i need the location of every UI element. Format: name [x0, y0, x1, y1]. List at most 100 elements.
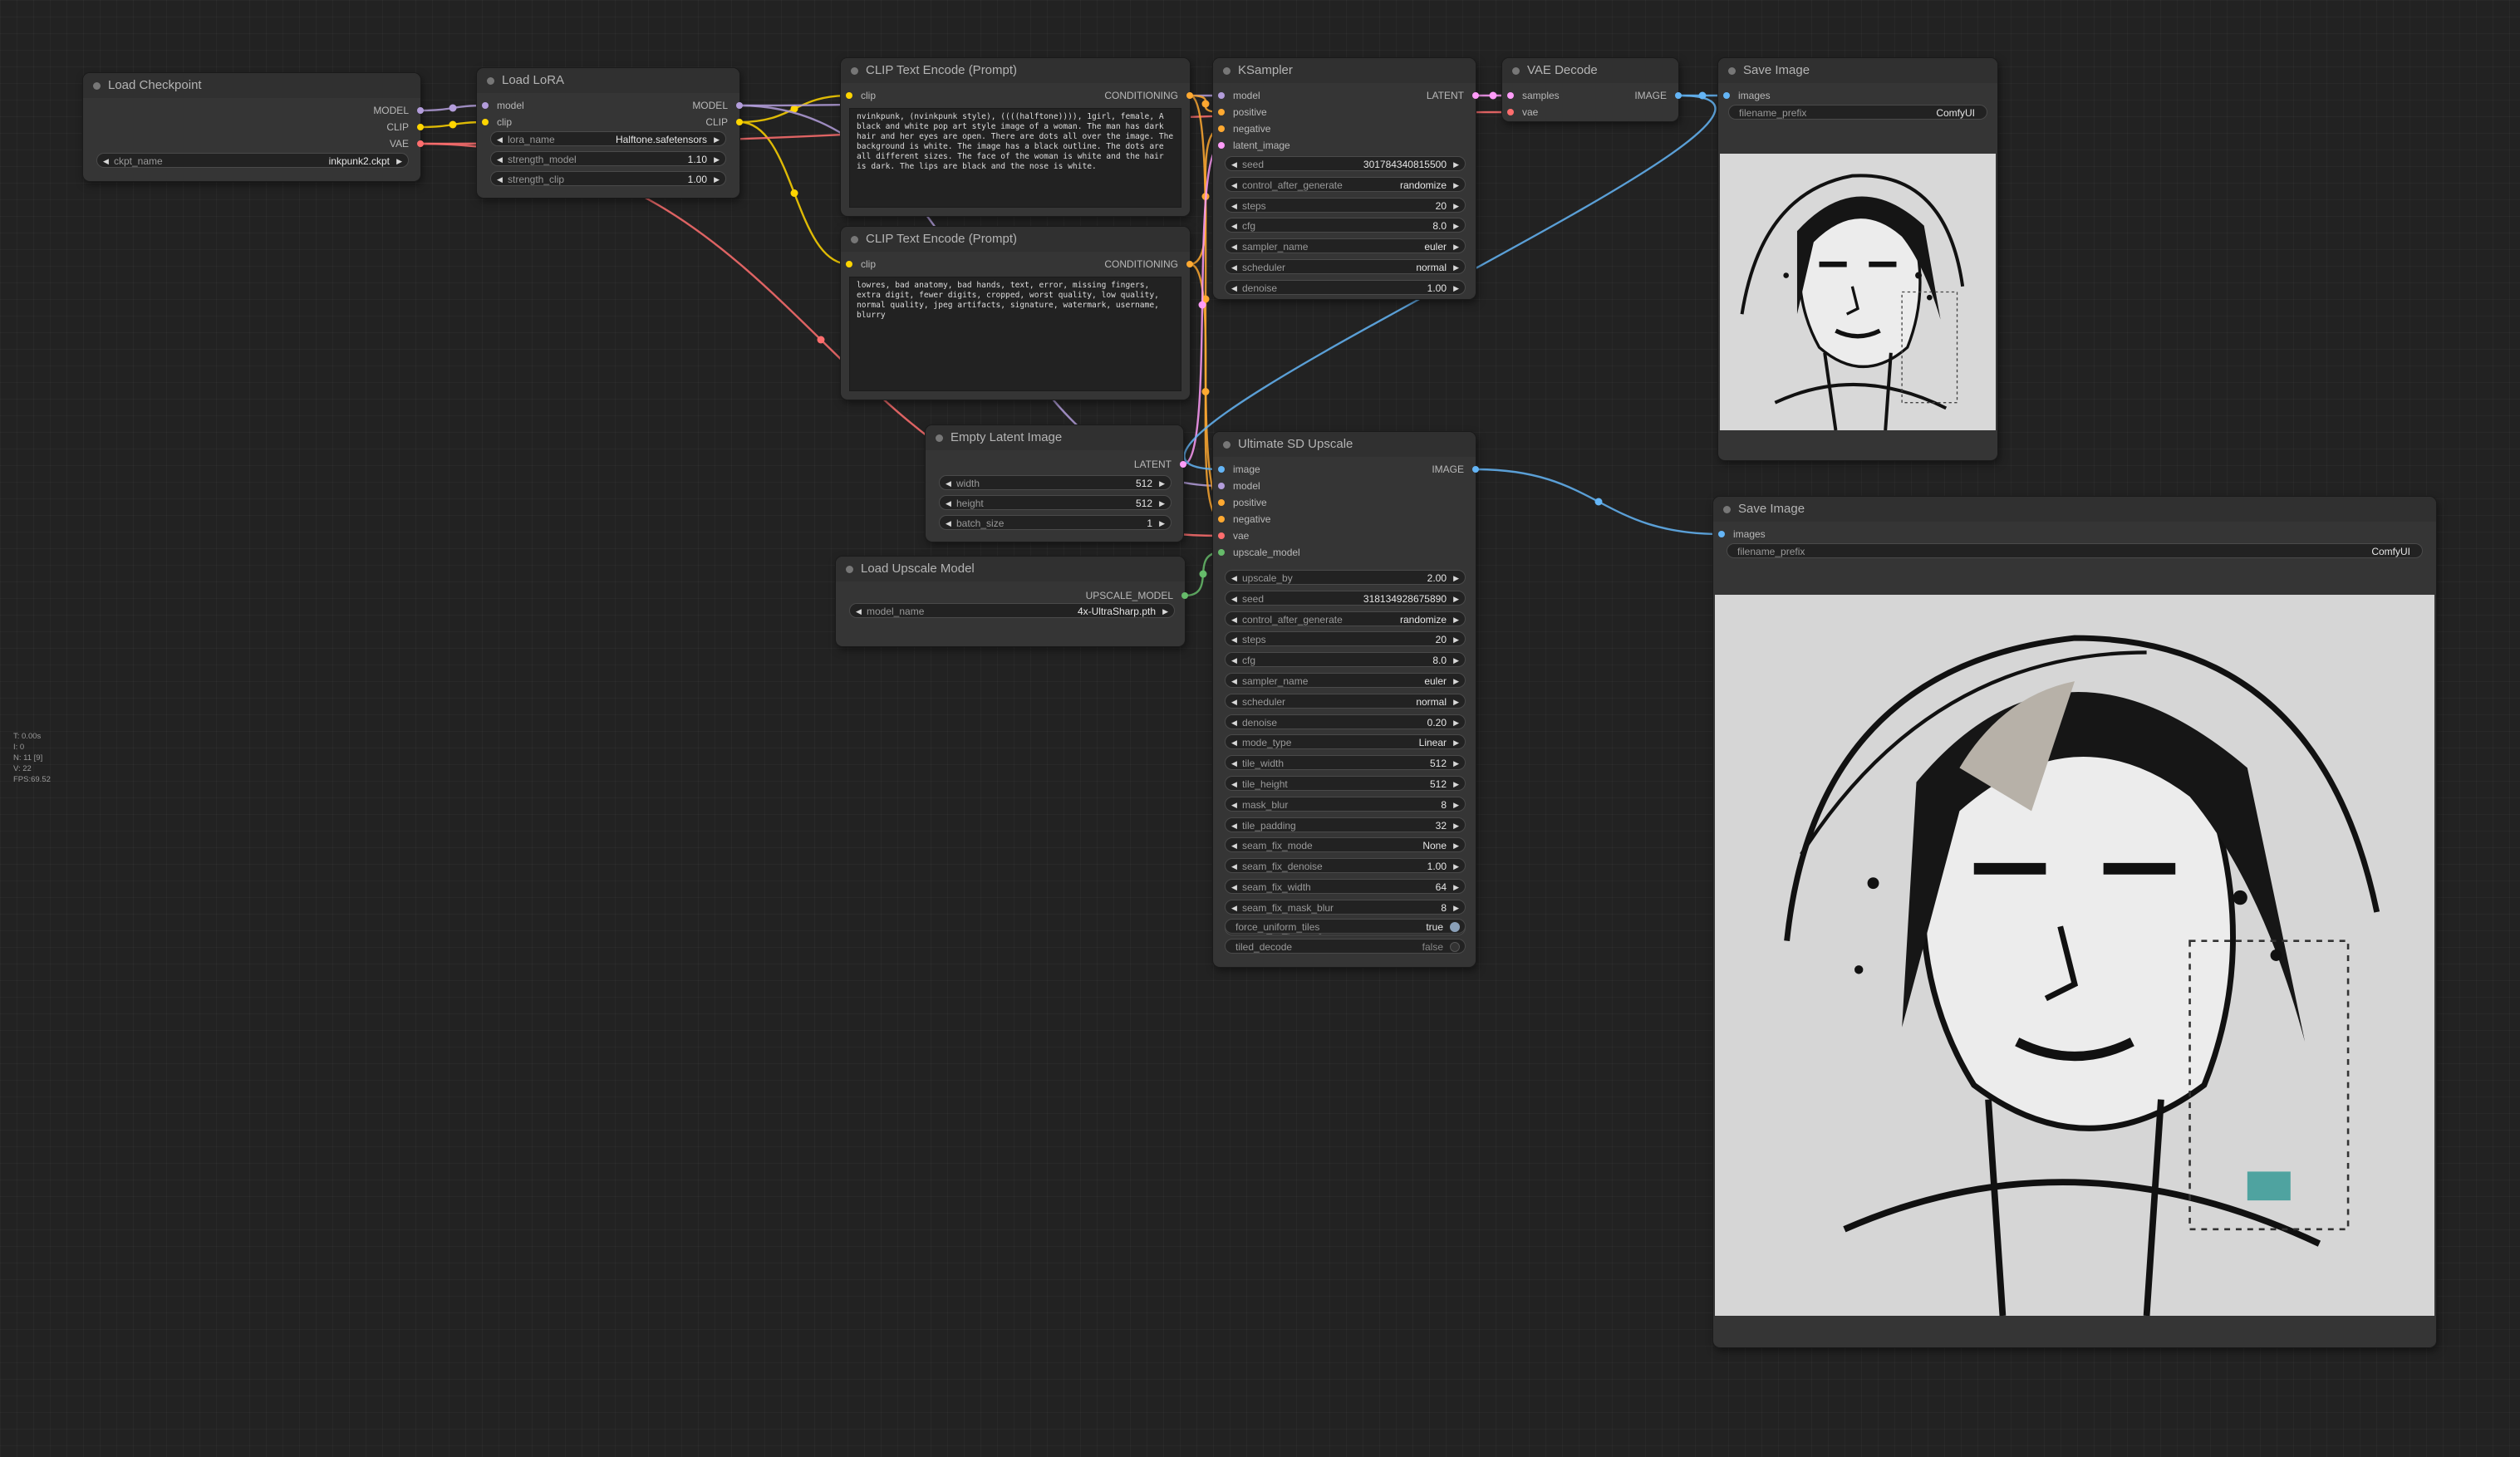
arrow-left-icon[interactable]: ◀ — [1231, 756, 1237, 771]
socket-vae-icon[interactable] — [1507, 109, 1514, 115]
collapse-dot-icon[interactable] — [487, 77, 494, 85]
collapse-dot-icon[interactable] — [1223, 441, 1231, 449]
link-center-marker[interactable] — [790, 189, 798, 197]
output-latent[interactable]: LATENT — [1427, 90, 1479, 101]
arrow-right-icon[interactable]: ▶ — [1159, 496, 1165, 511]
socket-image-icon[interactable] — [1472, 466, 1479, 473]
node-title[interactable]: Ultimate SD Upscale — [1213, 432, 1476, 457]
arrow-left-icon[interactable]: ◀ — [497, 152, 503, 167]
arrow-right-icon[interactable]: ▶ — [1162, 604, 1168, 619]
arrow-left-icon[interactable]: ◀ — [1231, 880, 1237, 895]
node-title[interactable]: KSampler — [1213, 58, 1476, 83]
socket-model-icon[interactable] — [1218, 483, 1225, 489]
arrow-left-icon[interactable]: ◀ — [1231, 218, 1237, 233]
toggle-tiled-decode[interactable]: tiled_decode false — [1225, 939, 1466, 954]
input-positive[interactable]: positive — [1218, 497, 1267, 508]
widget-strength-model[interactable]: ◀ strength_model 1.10 ▶ — [490, 151, 726, 166]
link-center-marker[interactable] — [1198, 301, 1206, 309]
widget-tile-width[interactable]: ◀ tile_width 512 ▶ — [1225, 755, 1466, 771]
arrow-right-icon[interactable]: ▶ — [1453, 797, 1459, 812]
node-load-lora[interactable]: Load LoRA model clip MODEL CLIP ◀ lora_na… — [477, 68, 743, 198]
widget-sampler-name[interactable]: ◀ sampler_name euler ▶ — [1225, 673, 1466, 688]
arrow-left-icon[interactable]: ◀ — [1231, 900, 1237, 915]
widget-scheduler[interactable]: ◀ scheduler normal ▶ — [1225, 259, 1466, 274]
widget-tile-padding[interactable]: ◀ tile_padding 32 ▶ — [1225, 817, 1466, 832]
collapse-dot-icon[interactable] — [851, 67, 858, 75]
arrow-right-icon[interactable]: ▶ — [1453, 859, 1459, 874]
input-vae[interactable]: vae — [1507, 106, 1538, 118]
input-images[interactable]: images — [1723, 90, 1771, 101]
arrow-left-icon[interactable]: ◀ — [1231, 859, 1237, 874]
arrow-left-icon[interactable]: ◀ — [1231, 571, 1237, 586]
widget-seed[interactable]: ◀ seed 301784340815500 ▶ — [1225, 156, 1466, 171]
widget-height[interactable]: ◀ height 512 ▶ — [939, 495, 1172, 510]
output-upscale-model[interactable]: UPSCALE_MODEL — [1086, 590, 1188, 601]
input-vae[interactable]: vae — [1218, 530, 1249, 542]
arrow-right-icon[interactable]: ▶ — [1453, 199, 1459, 213]
arrow-left-icon[interactable]: ◀ — [1231, 157, 1237, 172]
toggle-on-icon[interactable] — [1450, 922, 1460, 932]
socket-clip-icon[interactable] — [482, 119, 489, 125]
arrow-right-icon[interactable]: ▶ — [714, 172, 720, 187]
widget-filename-prefix[interactable]: filename_prefix ComfyUI — [1728, 105, 1987, 120]
socket-clip-icon[interactable] — [417, 124, 424, 130]
arrow-left-icon[interactable]: ◀ — [1231, 694, 1237, 709]
socket-conditioning-icon[interactable] — [1186, 261, 1193, 267]
socket-vae-icon[interactable] — [417, 140, 424, 147]
widget-mask-blur[interactable]: ◀ mask_blur 8 ▶ — [1225, 796, 1466, 812]
widget-seam-fix-width[interactable]: ◀ seam_fix_width 64 ▶ — [1225, 879, 1466, 894]
input-clip[interactable]: clip — [846, 90, 876, 101]
arrow-left-icon[interactable]: ◀ — [497, 172, 503, 187]
arrow-left-icon[interactable]: ◀ — [1231, 838, 1237, 853]
collapse-dot-icon[interactable] — [1223, 67, 1231, 75]
widget-steps[interactable]: ◀ steps 20 ▶ — [1225, 197, 1466, 213]
node-title[interactable]: Load Checkpoint — [83, 73, 420, 98]
socket-upscale-model-icon[interactable] — [1218, 549, 1225, 556]
node-title[interactable]: Load LoRA — [477, 68, 739, 93]
arrow-right-icon[interactable]: ▶ — [1453, 632, 1459, 647]
socket-upscale-model-icon[interactable] — [1181, 592, 1188, 599]
node-title[interactable]: Save Image — [1718, 58, 1997, 83]
output-model[interactable]: MODEL — [692, 100, 743, 111]
socket-model-icon[interactable] — [417, 107, 424, 114]
widget-model-name[interactable]: ◀ model_name 4x-UltraSharp.pth ▶ — [849, 603, 1175, 618]
socket-image-icon[interactable] — [1218, 466, 1225, 473]
arrow-left-icon[interactable]: ◀ — [103, 154, 109, 169]
prompt-textarea[interactable]: nvinkpunk, (nvinkpunk style), ((((halfto… — [849, 108, 1181, 208]
input-latent-image[interactable]: latent_image — [1218, 140, 1290, 151]
socket-latent-icon[interactable] — [1472, 92, 1479, 99]
widget-denoise[interactable]: ◀ denoise 1.00 ▶ — [1225, 279, 1466, 295]
output-image[interactable]: IMAGE — [1432, 464, 1479, 475]
node-empty-latent-image[interactable]: Empty Latent Image LATENT ◀ width 512 ▶ ◀ he… — [926, 425, 1186, 542]
socket-model-icon[interactable] — [736, 102, 743, 109]
node-vae-decode[interactable]: VAE Decode samples vae IMAGE — [1502, 58, 1682, 121]
link-center-marker[interactable] — [449, 120, 457, 129]
arrow-left-icon[interactable]: ◀ — [1231, 612, 1237, 627]
arrow-right-icon[interactable]: ▶ — [1453, 900, 1459, 915]
output-conditioning[interactable]: CONDITIONING — [1104, 258, 1193, 270]
widget-batch-size[interactable]: ◀ batch_size 1 ▶ — [939, 515, 1172, 530]
arrow-right-icon[interactable]: ▶ — [1159, 516, 1165, 531]
arrow-left-icon[interactable]: ◀ — [946, 496, 951, 511]
widget-lora-name[interactable]: ◀ lora_name Halftone.safetensors ▶ — [490, 131, 726, 146]
socket-latent-icon[interactable] — [1507, 92, 1514, 99]
input-samples[interactable]: samples — [1507, 90, 1560, 101]
socket-image-icon[interactable] — [1723, 92, 1730, 99]
output-image[interactable]: IMAGE — [1634, 90, 1682, 101]
link-center-marker[interactable] — [1594, 498, 1603, 506]
node-title[interactable]: Empty Latent Image — [926, 425, 1183, 450]
collapse-dot-icon[interactable] — [846, 566, 853, 573]
arrow-right-icon[interactable]: ▶ — [1453, 880, 1459, 895]
node-title[interactable]: Load Upscale Model — [836, 557, 1185, 581]
socket-vae-icon[interactable] — [1218, 532, 1225, 539]
arrow-right-icon[interactable]: ▶ — [714, 132, 720, 147]
node-save-image-2[interactable]: Save Image images filename_prefix ComfyUI — [1713, 497, 2436, 1347]
widget-upscale-by[interactable]: ◀ upscale_by 2.00 ▶ — [1225, 570, 1466, 585]
arrow-right-icon[interactable]: ▶ — [1453, 218, 1459, 233]
input-model[interactable]: model — [1218, 90, 1260, 101]
arrow-left-icon[interactable]: ◀ — [1231, 715, 1237, 730]
widget-seed[interactable]: ◀ seed 318134928675890 ▶ — [1225, 590, 1466, 606]
arrow-right-icon[interactable]: ▶ — [1453, 571, 1459, 586]
node-ultimate-sd-upscale[interactable]: Ultimate SD Upscale image model positive… — [1213, 432, 1479, 967]
node-title[interactable]: CLIP Text Encode (Prompt) — [841, 227, 1190, 252]
